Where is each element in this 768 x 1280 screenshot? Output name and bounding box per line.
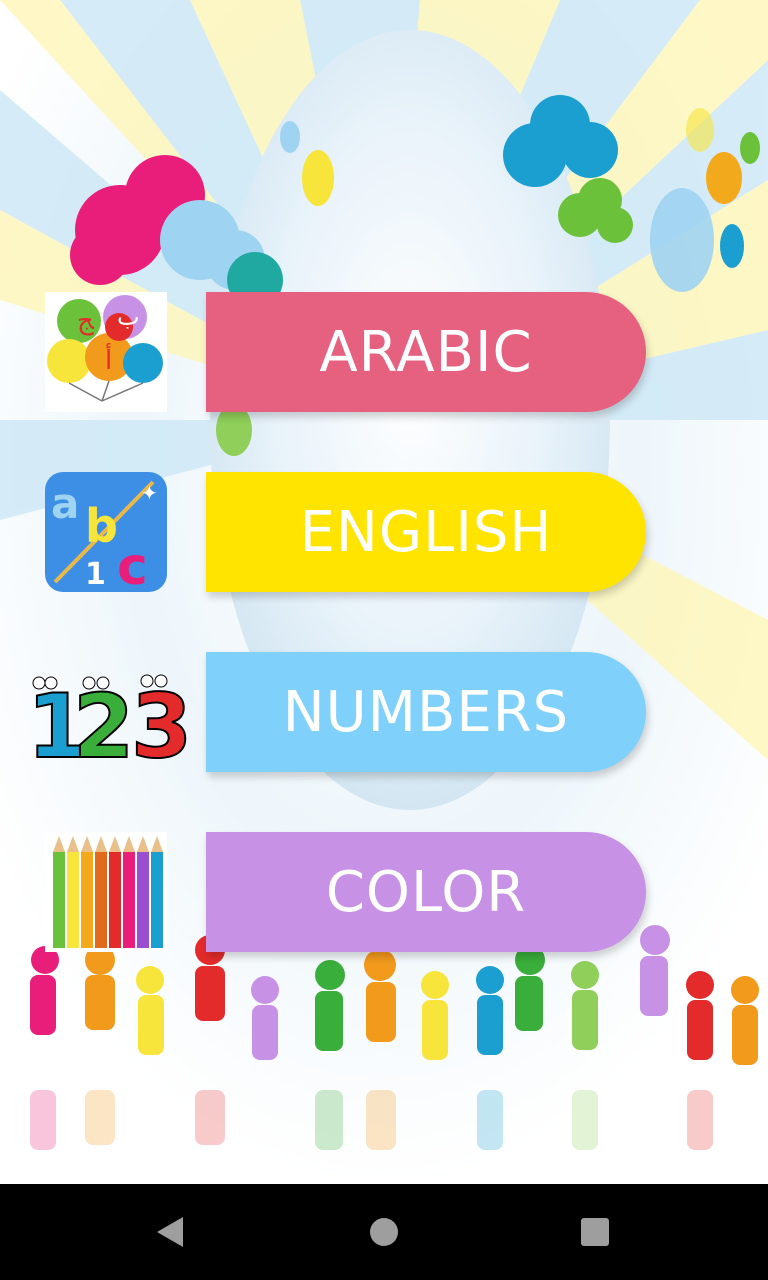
numbers-button-label: NUMBERS xyxy=(282,679,570,745)
back-triangle-icon[interactable] xyxy=(140,1202,200,1262)
arabic-button[interactable]: ARABIC xyxy=(206,292,646,412)
color-button[interactable]: COLOR xyxy=(206,832,646,952)
navigation-bar xyxy=(0,1184,768,1280)
recents-square-icon[interactable] xyxy=(565,1202,625,1262)
menu-row-numbers: 1 2 3 NUMBERS xyxy=(0,652,768,772)
background-illustration xyxy=(0,0,768,1184)
color-button-label: COLOR xyxy=(325,859,527,925)
abc-blocks-icon[interactable]: a b c 1 ✦ xyxy=(45,472,167,592)
numbers-button[interactable]: NUMBERS xyxy=(206,652,646,772)
abc-1: 1 xyxy=(85,557,106,592)
colored-pencils-icon[interactable] xyxy=(45,832,167,952)
arabic-button-label: ARABIC xyxy=(319,319,533,385)
home-circle-icon[interactable] xyxy=(354,1202,414,1262)
english-button-label: ENGLISH xyxy=(299,499,553,565)
english-button[interactable]: ENGLISH xyxy=(206,472,646,592)
menu-row-color: COLOR xyxy=(0,832,768,952)
abc-b: b xyxy=(85,499,118,553)
menu-row-arabic: ﺞ ب أ ARABIC xyxy=(0,292,768,412)
abc-c: c xyxy=(117,537,148,592)
svg-text:ﺞ: ﺞ xyxy=(77,306,95,336)
svg-text:✦: ✦ xyxy=(141,481,158,505)
num-3: 3 xyxy=(131,675,190,767)
abc-a: a xyxy=(51,479,79,528)
cartoon-123-icon[interactable]: 1 2 3 xyxy=(25,652,190,772)
menu-row-english: a b c 1 ✦ ENGLISH xyxy=(0,472,768,592)
arabic-letters-balloons-icon[interactable]: ﺞ ب أ xyxy=(45,292,167,412)
svg-text:ب: ب xyxy=(117,303,140,331)
svg-text:أ: أ xyxy=(105,342,112,376)
